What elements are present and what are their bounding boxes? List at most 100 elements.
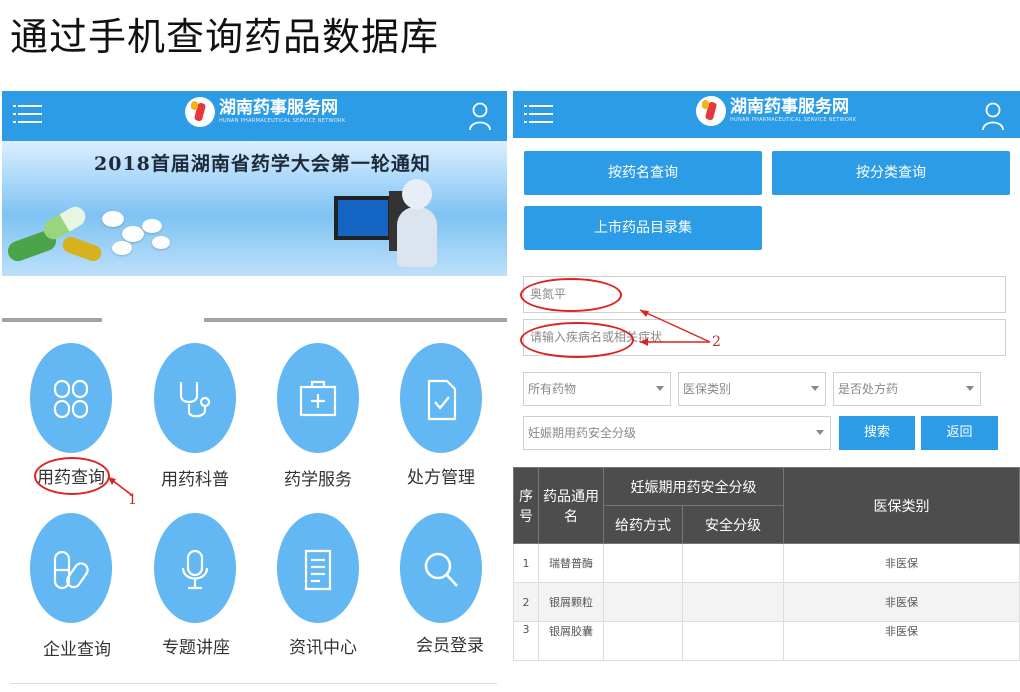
- menu-icon[interactable]: [13, 105, 42, 125]
- pregnancy-select[interactable]: 妊娠期用药安全分级: [523, 416, 831, 450]
- cell-insurance: 非医保: [783, 582, 1020, 622]
- drug-link[interactable]: 瑞替普酶: [538, 543, 604, 583]
- logo-mark-icon: [696, 96, 726, 126]
- grid-label-member-login[interactable]: 会员登录: [395, 631, 505, 656]
- table-row[interactable]: 2 银屑颗粒 非医保: [513, 582, 1020, 622]
- insurance-select[interactable]: 医保类别: [678, 372, 826, 406]
- site-name-en: HUNAN PHARMACEUTICAL SERVICE NETWORK: [219, 118, 346, 124]
- results-table: 序号 药品通用名 妊娠期用药安全分级 医保类别 给药方式 安全分级 1 瑞替普酶…: [513, 467, 1020, 661]
- prescription-check-icon: [427, 379, 457, 421]
- user-icon[interactable]: [982, 101, 1004, 131]
- cell-route: [603, 582, 683, 622]
- table-row[interactable]: 1 瑞替普酶 非医保: [513, 543, 1020, 583]
- cell-level: [682, 543, 784, 583]
- cell-insurance: 非医保: [783, 621, 1020, 661]
- capsule-icon: [53, 550, 89, 590]
- col-header-pregnancy: 妊娠期用药安全分级: [603, 467, 784, 506]
- bottom-divider: [10, 683, 497, 684]
- left-phone-screen: 湖南药事服务网 HUNAN PHARMACEUTICAL SERVICE NET…: [2, 91, 507, 691]
- capsule-image: [40, 203, 89, 243]
- select-value: 医保类别: [683, 382, 732, 396]
- grid-item-prescription[interactable]: [400, 343, 482, 453]
- menu-icon[interactable]: [524, 105, 553, 125]
- 3d-figure-head-image: [402, 179, 432, 209]
- col-header-no: 序号: [513, 467, 539, 544]
- grid-label-news[interactable]: 资讯中心: [268, 633, 378, 658]
- grid-label-company-query[interactable]: 企业查询: [22, 635, 132, 660]
- prescription-select[interactable]: 是否处方药: [833, 372, 981, 406]
- grid-item-drug-science[interactable]: [154, 343, 236, 453]
- promo-banner[interactable]: 2018首届湖南省药学大会第一轮通知: [2, 141, 507, 276]
- query-by-name-button[interactable]: 按药名查询: [524, 151, 762, 195]
- cell-level: [682, 621, 784, 661]
- grid-item-company-query[interactable]: [30, 513, 112, 623]
- grid-item-news[interactable]: [277, 513, 359, 623]
- col-header-insurance: 医保类别: [783, 467, 1020, 544]
- annotation-arrow-2: [639, 309, 711, 346]
- col-header-level: 安全分级: [682, 505, 784, 544]
- site-name: 湖南药事服务网: [219, 98, 338, 118]
- microphone-icon: [181, 549, 209, 590]
- col-header-name: 药品通用名: [538, 467, 604, 544]
- banner-title: 2018首届湖南省药学大会第一轮通知: [94, 153, 431, 175]
- site-name: 湖南药事服务网: [730, 97, 849, 117]
- cell-level: [682, 582, 784, 622]
- tablet-image: [112, 241, 132, 255]
- medical-kit-icon: [299, 380, 337, 417]
- search-button[interactable]: 搜索: [839, 416, 915, 450]
- grid-item-member-login[interactable]: [400, 513, 482, 623]
- logo-mark-icon: [185, 97, 215, 127]
- grid-label-prescription[interactable]: 处方管理: [386, 463, 496, 488]
- drug-catalog-button[interactable]: 上市药品目录集: [524, 206, 762, 250]
- cell-route: [603, 543, 683, 583]
- tablet-image: [152, 236, 170, 249]
- site-name-en: HUNAN PHARMACEUTICAL SERVICE NETWORK: [730, 117, 857, 123]
- user-icon[interactable]: [469, 101, 491, 131]
- search-icon: [424, 552, 458, 587]
- grid-item-pharmacy-service[interactable]: [277, 343, 359, 453]
- select-value: 是否处方药: [838, 382, 899, 396]
- site-logo[interactable]: 湖南药事服务网 HUNAN PHARMACEUTICAL SERVICE NET…: [185, 97, 345, 127]
- annotation-number-2: 2: [712, 334, 721, 350]
- cell-no: 1: [513, 543, 539, 583]
- grid-label-pharmacy-service[interactable]: 药学服务: [263, 465, 373, 490]
- annotation-ellipse-2a: [520, 278, 622, 312]
- drug-type-select[interactable]: 所有药物: [523, 372, 671, 406]
- document-icon: [304, 549, 332, 591]
- pill-clover-icon: [53, 379, 89, 419]
- tab-indicator-right[interactable]: [204, 318, 507, 322]
- annotation-ellipse-1: [34, 457, 110, 495]
- grid-item-drug-query[interactable]: [30, 343, 112, 453]
- cell-no: 2: [513, 582, 539, 622]
- site-logo[interactable]: 湖南药事服务网 HUNAN PHARMACEUTICAL SERVICE NET…: [696, 96, 856, 126]
- pill-image: [60, 234, 104, 264]
- tablet-image: [102, 211, 124, 227]
- drug-link[interactable]: 银屑颗粒: [538, 582, 604, 622]
- cell-insurance: 非医保: [783, 543, 1020, 583]
- computer-monitor-image: [334, 196, 392, 240]
- chevron-down-icon: [966, 386, 974, 391]
- tab-indicator-left[interactable]: [2, 318, 102, 322]
- stethoscope-icon: [179, 382, 211, 418]
- right-phone-screen: 湖南药事服务网 HUNAN PHARMACEUTICAL SERVICE NET…: [513, 91, 1020, 691]
- select-value: 妊娠期用药安全分级: [528, 426, 637, 440]
- grid-label-lectures[interactable]: 专题讲座: [141, 633, 251, 658]
- slide-title: 通过手机查询药品数据库: [10, 15, 440, 59]
- app-header: 湖南药事服务网 HUNAN PHARMACEUTICAL SERVICE NET…: [2, 91, 507, 141]
- col-header-route: 给药方式: [603, 505, 683, 544]
- drug-link[interactable]: 银屑胶囊: [538, 621, 604, 661]
- app-header: 湖南药事服务网 HUNAN PHARMACEUTICAL SERVICE NET…: [513, 91, 1020, 138]
- table-row[interactable]: 3 银屑胶囊 非医保: [513, 621, 1020, 661]
- annotation-ellipse-2b: [520, 322, 634, 358]
- grid-item-lectures[interactable]: [154, 513, 236, 623]
- query-by-category-button[interactable]: 按分类查询: [772, 151, 1010, 195]
- chevron-down-icon: [811, 386, 819, 391]
- chevron-down-icon: [816, 430, 824, 435]
- back-button[interactable]: 返回: [921, 416, 998, 450]
- cell-no: 3: [513, 621, 539, 661]
- tablet-image: [122, 226, 144, 242]
- annotation-number-1: 1: [128, 492, 137, 508]
- select-value: 所有药物: [528, 382, 577, 396]
- grid-label-drug-science[interactable]: 用药科普: [140, 465, 250, 490]
- chevron-down-icon: [656, 386, 664, 391]
